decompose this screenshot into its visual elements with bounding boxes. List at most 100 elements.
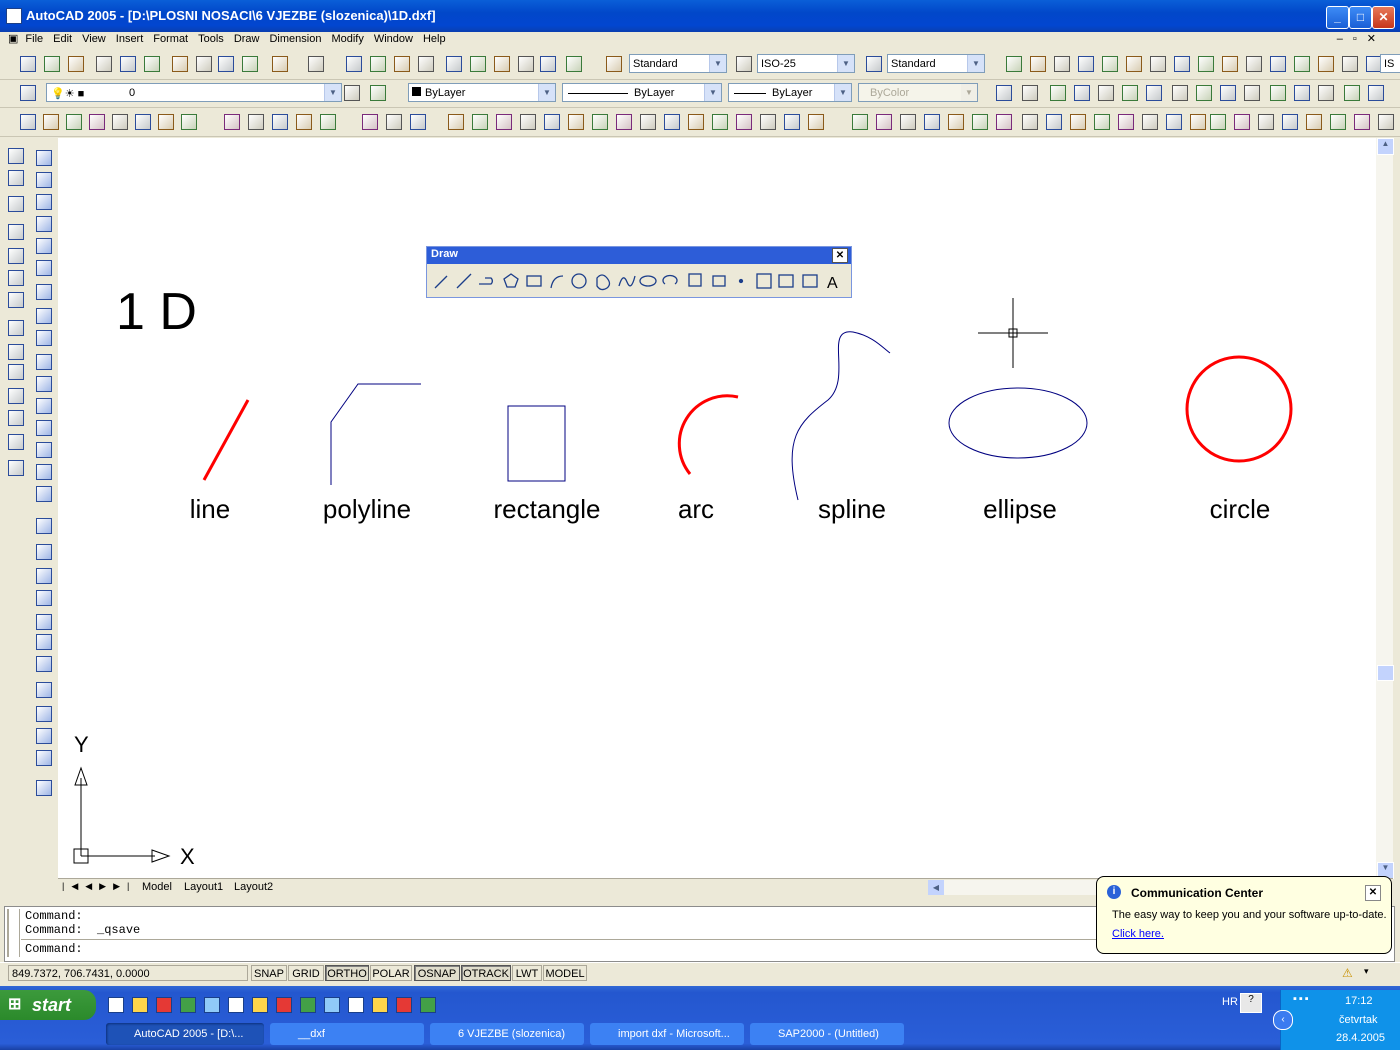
otrack-button[interactable]: OTRACK <box>461 965 511 981</box>
toolbar-tool-icon[interactable] <box>66 114 82 130</box>
toolbar-tool-icon[interactable] <box>158 114 174 130</box>
scroll-up-icon[interactable]: ▲ <box>1377 138 1394 155</box>
toolbar-tool-icon[interactable] <box>494 56 510 72</box>
toolbar-tool-icon[interactable] <box>96 56 112 72</box>
toolbar-tool-icon[interactable] <box>1220 85 1236 101</box>
taskbar-item-autocad[interactable]: AutoCAD 2005 - [D:\... <box>106 1023 264 1045</box>
clock-time[interactable]: 17:12 <box>1345 995 1373 1007</box>
maximize-button[interactable]: □ <box>1349 6 1372 29</box>
modify-tool-icon[interactable] <box>36 750 52 766</box>
linetype-combo[interactable]: ByLayer ▼ <box>562 83 722 102</box>
toolbar-tool-icon[interactable] <box>308 56 324 72</box>
toolbar-tool-icon[interactable] <box>1354 114 1370 130</box>
ellipse-entity[interactable] <box>948 387 1088 459</box>
tab-nav-arrows[interactable]: |◀◀▶▶| <box>62 881 136 892</box>
toolbar-tool-icon[interactable] <box>20 85 36 101</box>
toolbar-tool-icon[interactable] <box>1050 85 1066 101</box>
layer-combo[interactable]: 💡☀ ■ 0 ▼ <box>46 83 342 102</box>
draw-toolbar[interactable]: Draw ✕ A <box>426 246 852 298</box>
toolbar-tool-icon[interactable] <box>1094 114 1110 130</box>
plot-style-combo[interactable]: ByColor ▼ <box>858 83 978 102</box>
close-button[interactable]: ✕ <box>1372 6 1395 29</box>
toolbar-tool-icon[interactable] <box>68 56 84 72</box>
modify-tool-icon[interactable] <box>36 706 52 722</box>
toolbar-tool-icon[interactable] <box>248 114 264 130</box>
toolbar-tool-icon[interactable] <box>386 114 402 130</box>
quick-launch-icon[interactable] <box>324 997 340 1013</box>
menu-file[interactable]: File <box>20 32 48 47</box>
tab-layout1[interactable]: Layout1 <box>184 881 223 893</box>
toolbar-tool-icon[interactable] <box>592 114 608 130</box>
toolbar-tool-icon[interactable] <box>8 270 24 286</box>
toolbar-tool-icon[interactable] <box>518 56 534 72</box>
modify-tool-icon[interactable] <box>36 614 52 630</box>
modify-tool-icon[interactable] <box>36 260 52 276</box>
snap-button[interactable]: SNAP <box>251 965 287 981</box>
toolbar-tool-icon[interactable] <box>8 388 24 404</box>
toolbar-tool-icon[interactable] <box>44 56 60 72</box>
communication-center-balloon[interactable]: i Communication Center ✕ The easy way to… <box>1096 876 1392 954</box>
toolbar-tool-icon[interactable] <box>448 114 464 130</box>
toolbar-tool-icon[interactable] <box>8 170 24 186</box>
toolbar-tool-icon[interactable] <box>8 434 24 450</box>
toolbar-tool-icon[interactable] <box>43 114 59 130</box>
balloon-close-icon[interactable]: ✕ <box>1365 885 1381 901</box>
modify-tool-icon[interactable] <box>36 354 52 370</box>
hscroll-left-icon[interactable]: ◀ <box>928 880 944 895</box>
modify-tool-icon[interactable] <box>36 544 52 560</box>
quick-launch-icon[interactable] <box>276 997 292 1013</box>
tab-layout2[interactable]: Layout2 <box>234 881 273 893</box>
toolbar-tool-icon[interactable] <box>470 56 486 72</box>
toolbar-tool-icon[interactable] <box>924 114 940 130</box>
toolbar-tool-icon[interactable] <box>1246 56 1262 72</box>
toolbar-tool-icon[interactable] <box>606 56 622 72</box>
toolbar-tool-icon[interactable] <box>272 114 288 130</box>
quick-launch-icon[interactable] <box>132 997 148 1013</box>
modify-tool-icon[interactable] <box>36 194 52 210</box>
modify-tool-icon[interactable] <box>36 634 52 650</box>
toolbar-tool-icon[interactable] <box>568 114 584 130</box>
menu-format[interactable]: Format <box>148 32 193 47</box>
osnap-button[interactable]: OSNAP <box>414 965 460 981</box>
style-combo-partial[interactable]: IS <box>1380 54 1400 73</box>
model-button[interactable]: MODEL <box>543 965 587 981</box>
toolbar-tool-icon[interactable] <box>1098 85 1114 101</box>
toolbar-tool-icon[interactable] <box>688 114 704 130</box>
toolbar-tool-icon[interactable] <box>418 56 434 72</box>
modify-tool-icon[interactable] <box>36 420 52 436</box>
toolbar-tool-icon[interactable] <box>112 114 128 130</box>
toolbar-tool-icon[interactable] <box>1172 85 1188 101</box>
toolbar-tool-icon[interactable] <box>1222 56 1238 72</box>
quick-launch-icon[interactable] <box>180 997 196 1013</box>
toolbar-tool-icon[interactable] <box>808 114 824 130</box>
toolbar-tool-icon[interactable] <box>1368 85 1384 101</box>
modify-tool-icon[interactable] <box>36 486 52 502</box>
coordinate-readout[interactable]: 849.7372, 706.7431, 0.0000 <box>8 965 248 981</box>
toolbar-tool-icon[interactable] <box>1234 114 1250 130</box>
table-style-combo[interactable]: Standard ▼ <box>887 54 985 73</box>
toolbar-tool-icon[interactable] <box>948 114 964 130</box>
quick-launch-icon[interactable] <box>156 997 172 1013</box>
toolbar-tool-icon[interactable] <box>472 114 488 130</box>
toolbar-tool-icon[interactable] <box>394 56 410 72</box>
comm-center-icon[interactable]: ⚠ <box>1342 966 1353 980</box>
vertical-scrollbar[interactable]: ▲ ▼ <box>1376 138 1394 879</box>
document-icon[interactable]: ▣ <box>0 32 20 47</box>
taskbar-item-vjezbe-folder[interactable]: 6 VJEZBE (slozenica) <box>430 1023 584 1045</box>
modify-tool-icon[interactable] <box>36 238 52 254</box>
toolbar-tool-icon[interactable] <box>1342 56 1358 72</box>
toolbar-tool-icon[interactable] <box>446 56 462 72</box>
toolbar-tool-icon[interactable] <box>410 114 426 130</box>
quick-launch-icon[interactable] <box>420 997 436 1013</box>
toolbar-tool-icon[interactable] <box>1344 85 1360 101</box>
toolbar-tool-icon[interactable] <box>1150 56 1166 72</box>
toolbar-tool-icon[interactable] <box>8 320 24 336</box>
toolbar-tool-icon[interactable] <box>8 148 24 164</box>
toolbar-tool-icon[interactable] <box>8 196 24 212</box>
toolbar-tool-icon[interactable] <box>1070 114 1086 130</box>
toolbar-tool-icon[interactable] <box>172 56 188 72</box>
draw-toolbar-close-icon[interactable]: ✕ <box>832 248 848 263</box>
modify-tool-icon[interactable] <box>36 172 52 188</box>
toolbar-tool-icon[interactable] <box>616 114 632 130</box>
menu-tools[interactable]: Tools <box>193 32 229 47</box>
